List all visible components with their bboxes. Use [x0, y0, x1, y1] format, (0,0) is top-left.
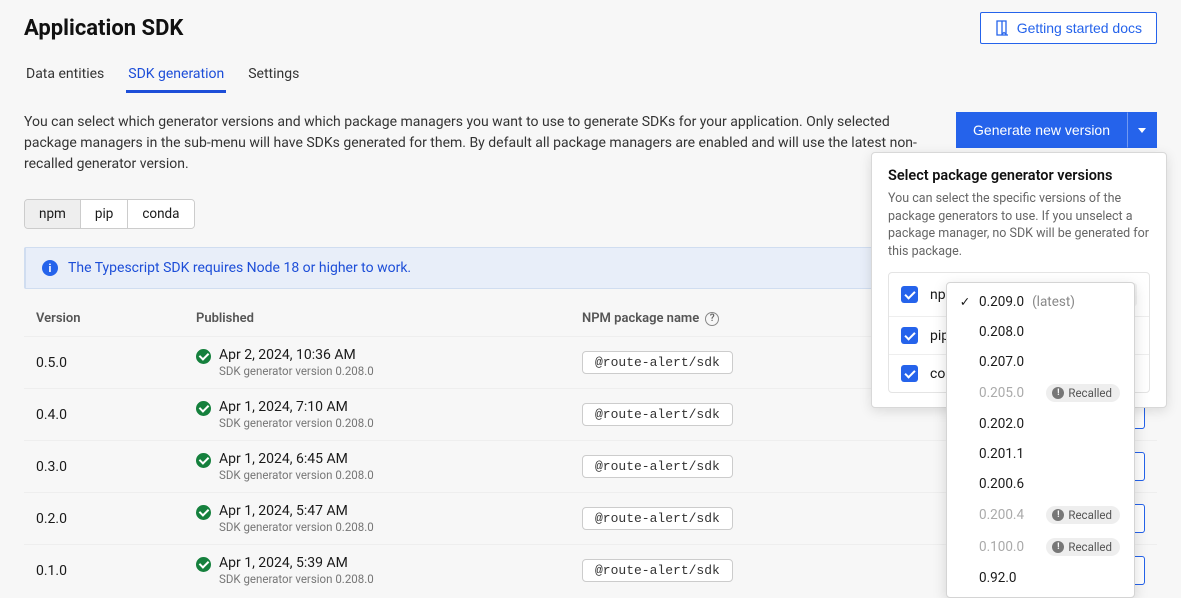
alert-text: The Typescript SDK requires Node 18 or h…: [68, 260, 411, 276]
cell-published: Apr 1, 2024, 7:10 AMSDK generator versio…: [196, 399, 582, 430]
version-option[interactable]: 0.208.0: [947, 317, 1134, 347]
published-date: Apr 1, 2024, 5:39 AM: [219, 555, 374, 571]
cell-npm: @route-alert/sdk: [582, 507, 965, 530]
getting-started-docs-button[interactable]: Getting started docs: [980, 12, 1157, 44]
recalled-badge: !Recalled: [1046, 384, 1120, 402]
pm-tab-conda[interactable]: conda: [128, 200, 193, 228]
cell-version: 0.1.0: [36, 563, 196, 579]
description-text: You can select which generator versions …: [24, 112, 932, 175]
docs-button-label: Getting started docs: [1017, 20, 1142, 36]
generate-new-version-button[interactable]: Generate new version: [956, 112, 1127, 148]
version-option[interactable]: ✓ 0.209.0 (latest): [947, 287, 1134, 317]
popover-subtitle: You can select the specific versions of …: [888, 190, 1150, 260]
checkbox-pip[interactable]: [901, 327, 918, 344]
latest-tag: (latest): [1032, 294, 1075, 310]
check-circle-icon: [196, 557, 211, 572]
info-icon: i: [42, 260, 58, 276]
col-header-published: Published: [196, 311, 582, 326]
npm-package-name: @route-alert/sdk: [582, 507, 733, 530]
check-circle-icon: [196, 349, 211, 364]
published-date: Apr 1, 2024, 5:47 AM: [219, 503, 374, 519]
book-icon: [995, 20, 1009, 36]
cell-published: Apr 1, 2024, 5:47 AMSDK generator versio…: [196, 503, 582, 534]
version-option[interactable]: 0.201.1: [947, 439, 1134, 469]
cell-version: 0.5.0: [36, 355, 196, 371]
version-option[interactable]: 0.92.0: [947, 563, 1134, 593]
check-circle-icon: [196, 401, 211, 416]
tab-sdk-generation[interactable]: SDK generation: [126, 60, 226, 93]
exclamation-icon: !: [1052, 387, 1064, 399]
version-option[interactable]: 0.207.0: [947, 347, 1134, 377]
version-dropdown: ✓ 0.209.0 (latest) 0.208.0 0.207.0 0.205.0 !R…: [946, 282, 1135, 598]
generator-version-text: SDK generator version 0.208.0: [219, 520, 374, 534]
recalled-badge: !Recalled: [1046, 538, 1120, 556]
published-date: Apr 1, 2024, 7:10 AM: [219, 399, 374, 415]
tabs: Data entities SDK generation Settings: [0, 52, 1181, 94]
package-manager-tabs: npmpipconda: [24, 199, 195, 229]
version-option[interactable]: 0.200.6: [947, 469, 1134, 499]
checkmark-icon: ✓: [959, 294, 971, 310]
generator-version-text: SDK generator version 0.208.0: [219, 416, 374, 430]
cell-version: 0.3.0: [36, 459, 196, 475]
col-header-npm-label: NPM package name: [582, 311, 699, 326]
version-label: 0.92.0: [979, 570, 1016, 586]
published-date: Apr 1, 2024, 6:45 AM: [219, 451, 374, 467]
version-option[interactable]: 0.200.4 !Recalled: [947, 499, 1134, 531]
cell-published: Apr 1, 2024, 6:45 AMSDK generator versio…: [196, 451, 582, 482]
col-header-version: Version: [36, 311, 196, 326]
version-option[interactable]: 0.100.0 !Recalled: [947, 531, 1134, 563]
version-label: 0.209.0: [979, 294, 1024, 310]
check-circle-icon: [196, 505, 211, 520]
chevron-down-icon: [1138, 128, 1146, 133]
npm-package-name: @route-alert/sdk: [582, 559, 733, 582]
version-label: 0.205.0: [979, 385, 1024, 401]
page-title: Application SDK: [24, 16, 183, 41]
version-label: 0.208.0: [979, 324, 1024, 340]
tab-settings[interactable]: Settings: [246, 60, 301, 93]
cell-published: Apr 1, 2024, 5:39 AMSDK generator versio…: [196, 555, 582, 586]
version-label: 0.100.0: [979, 539, 1024, 555]
check-circle-icon: [196, 453, 211, 468]
npm-package-name: @route-alert/sdk: [582, 351, 733, 374]
cell-version: 0.2.0: [36, 511, 196, 527]
pm-tab-npm[interactable]: npm: [25, 200, 81, 228]
help-icon[interactable]: ?: [705, 312, 719, 326]
cell-npm: @route-alert/sdk: [582, 455, 965, 478]
version-label: 0.200.4: [979, 507, 1024, 523]
version-label: 0.200.6: [979, 476, 1024, 492]
generate-dropdown-toggle[interactable]: [1127, 112, 1157, 148]
generate-button-group: Generate new version: [956, 112, 1157, 148]
exclamation-icon: !: [1052, 509, 1064, 521]
npm-package-name: @route-alert/sdk: [582, 403, 733, 426]
cell-npm: @route-alert/sdk: [582, 559, 965, 582]
published-date: Apr 2, 2024, 10:36 AM: [219, 347, 374, 363]
cell-published: Apr 2, 2024, 10:36 AMSDK generator versi…: [196, 347, 582, 378]
cell-version: 0.4.0: [36, 407, 196, 423]
version-option[interactable]: 0.205.0 !Recalled: [947, 377, 1134, 409]
recalled-badge: !Recalled: [1046, 506, 1120, 524]
checkbox-npm[interactable]: [901, 286, 918, 303]
version-label: 0.201.1: [979, 446, 1024, 462]
version-label: 0.202.0: [979, 416, 1024, 432]
generator-version-text: SDK generator version 0.208.0: [219, 364, 374, 378]
generator-version-text: SDK generator version 0.208.0: [219, 572, 374, 586]
popover-title: Select package generator versions: [888, 167, 1150, 184]
version-label: 0.207.0: [979, 354, 1024, 370]
version-option[interactable]: 0.202.0: [947, 409, 1134, 439]
checkbox-conda[interactable]: [901, 365, 918, 382]
npm-package-name: @route-alert/sdk: [582, 455, 733, 478]
tab-data-entities[interactable]: Data entities: [24, 60, 106, 93]
pm-tab-pip[interactable]: pip: [81, 200, 128, 228]
generator-version-text: SDK generator version 0.208.0: [219, 468, 374, 482]
exclamation-icon: !: [1052, 541, 1064, 553]
